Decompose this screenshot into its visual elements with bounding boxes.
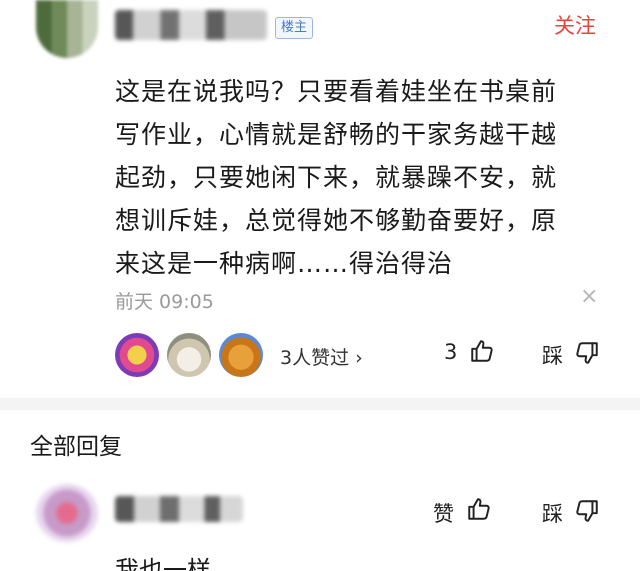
reply-text: 我也一样 xyxy=(115,556,211,571)
liker-avatar[interactable] xyxy=(115,333,159,377)
thumbs-down-icon[interactable] xyxy=(574,498,600,524)
replies-heading: 全部回复 xyxy=(30,434,122,460)
liker-avatar[interactable] xyxy=(219,333,263,377)
owner-badge: 楼主 xyxy=(275,17,314,39)
main-post: 楼主 关注 这是在说我吗？只要看着娃坐在书桌前 写作业，心情就是舒畅的干家务越干… xyxy=(0,0,640,398)
liker-avatar[interactable] xyxy=(167,333,211,377)
like-label[interactable]: 赞 xyxy=(433,498,454,528)
content-line: 想训斥娃，总觉得她不够勤奋要好，原 xyxy=(115,206,558,235)
dislike-label[interactable]: 踩 xyxy=(542,340,563,370)
thumbs-down-icon[interactable] xyxy=(574,340,600,366)
likers-link[interactable]: 3人赞过 › xyxy=(280,343,363,370)
content-line: 写作业，心情就是舒畅的干家务越干越 xyxy=(115,120,558,149)
username-blurred[interactable] xyxy=(115,10,267,40)
section-divider xyxy=(0,398,640,410)
username-blurred[interactable] xyxy=(115,496,243,522)
avatar[interactable] xyxy=(36,0,98,58)
dislike-label[interactable]: 踩 xyxy=(542,498,563,528)
content-line: 来这是一种病啊……得治得治 xyxy=(115,249,454,278)
thumbs-up-icon[interactable] xyxy=(466,496,492,522)
thumbs-up-icon[interactable] xyxy=(469,338,495,364)
post-content: 这是在说我吗？只要看着娃坐在书桌前 写作业，心情就是舒畅的干家务越干越 起劲，只… xyxy=(115,70,615,285)
post-time: 前天 09:05 xyxy=(115,291,214,313)
content-line: 这是在说我吗？只要看着娃坐在书桌前 xyxy=(115,77,558,106)
avatar[interactable] xyxy=(36,484,98,542)
like-count[interactable]: 3 xyxy=(444,340,457,364)
content-line: 起劲，只要她闲下来，就暴躁不安，就 xyxy=(115,163,558,192)
follow-button[interactable]: 关注 xyxy=(554,10,596,40)
close-icon[interactable]: × xyxy=(580,284,598,309)
